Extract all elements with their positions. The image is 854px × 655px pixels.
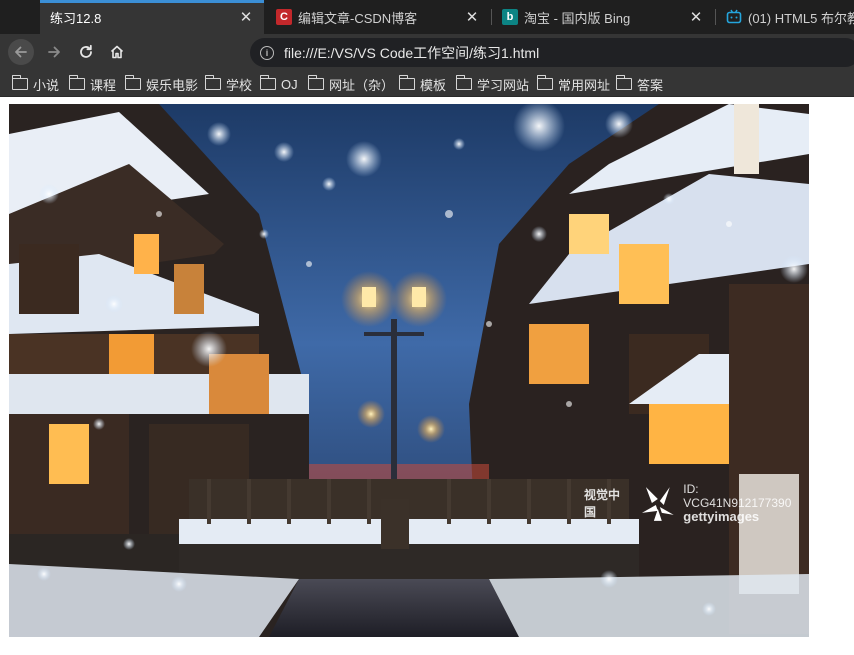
bookmark-folder[interactable]: 模板 <box>398 74 447 94</box>
bookmark-label: 娱乐电影 <box>146 77 199 93</box>
tab-title: 练习12.8 <box>50 10 102 26</box>
arrow-right-icon <box>48 46 60 58</box>
photo-watermark: 视觉中国 ID: VCG41N912177390 gettyimages <box>584 482 809 524</box>
bilibili-icon <box>726 9 742 25</box>
tab-title: 编辑文章-CSDN博客 <box>298 10 418 26</box>
watermark-cn: 视觉中国 <box>584 488 621 519</box>
tab-title: 淘宝 - 国内版 Bing <box>524 10 631 26</box>
folder-icon <box>615 75 632 90</box>
bookmark-label: 小说 <box>33 77 60 93</box>
snowy-town-photo: 视觉中国 ID: VCG41N912177390 gettyimages <box>9 104 809 637</box>
vcg-logo-icon <box>641 487 674 521</box>
bookmark-label: 学习网站 <box>477 77 530 93</box>
folder-icon <box>259 75 276 90</box>
bookmark-label: 课程 <box>90 77 117 93</box>
folder-icon <box>124 75 141 90</box>
bookmark-folder[interactable]: 常用网址 <box>536 74 611 94</box>
page-content: 视觉中国 ID: VCG41N912177390 gettyimages <box>0 97 854 655</box>
bookmark-label: OJ <box>281 76 298 92</box>
bookmark-folder[interactable]: 课程 <box>68 74 117 94</box>
reload-button[interactable] <box>73 39 99 65</box>
folder-icon <box>536 75 553 90</box>
forward-button[interactable] <box>41 39 67 65</box>
folder-icon <box>307 75 324 90</box>
bookmark-folder[interactable]: 小说 <box>11 74 60 94</box>
bing-icon: b <box>502 9 518 25</box>
watermark-brand: gettyimages <box>683 509 760 524</box>
info-icon[interactable]: i <box>260 45 274 60</box>
tab-csdn[interactable]: C 编辑文章-CSDN博客 ✕ <box>266 0 490 34</box>
close-icon[interactable]: ✕ <box>688 9 704 26</box>
bookmark-folder[interactable]: 学习网站 <box>455 74 530 94</box>
snow-village-illustration <box>9 104 809 637</box>
tab-bilibili[interactable]: (01) HTML5 布尔教 <box>716 0 854 34</box>
bookmark-label: 常用网址 <box>558 77 611 93</box>
close-icon[interactable]: ✕ <box>464 9 480 26</box>
bookmark-folder[interactable]: 网址（杂） <box>307 74 395 94</box>
folder-icon <box>68 75 85 90</box>
folder-icon <box>455 75 472 90</box>
tab-practice[interactable]: 练习12.8 ✕ <box>40 0 264 34</box>
bookmark-label: 答案 <box>637 77 664 93</box>
browser-toolbar: i file:///E:/VS/VS Code工作空间/练习1.html <box>0 34 854 70</box>
home-icon <box>110 45 124 59</box>
back-button[interactable] <box>8 39 34 65</box>
csdn-icon: C <box>276 9 292 25</box>
close-icon[interactable]: ✕ <box>238 9 254 26</box>
folder-icon <box>398 75 415 90</box>
reload-icon <box>80 44 92 58</box>
bookmark-folder[interactable]: 学校 <box>204 74 253 94</box>
folder-icon <box>11 75 28 90</box>
bookmark-label: 模板 <box>420 77 447 93</box>
folder-icon <box>204 75 221 90</box>
watermark-text: ID: VCG41N912177390 gettyimages <box>683 482 809 524</box>
address-bar[interactable]: i file:///E:/VS/VS Code工作空间/练习1.html <box>250 38 854 67</box>
bookmark-label: 学校 <box>226 77 253 93</box>
tab-bing[interactable]: b 淘宝 - 国内版 Bing ✕ <box>492 0 714 34</box>
watermark-id: ID: VCG41N912177390 <box>683 482 792 510</box>
bookmark-folder[interactable]: 答案 <box>615 74 664 94</box>
arrow-left-icon <box>15 46 27 58</box>
bookmarks-bar: 小说 课程 娱乐电影 学校 OJ 网址（杂） 模板 学习网站 常用网址 答案 <box>0 70 854 97</box>
bookmark-folder[interactable]: 娱乐电影 <box>124 74 199 94</box>
tab-strip: 练习12.8 ✕ C 编辑文章-CSDN博客 ✕ b 淘宝 - 国内版 Bing… <box>0 0 854 34</box>
bookmark-label: 网址（杂） <box>329 77 395 93</box>
address-url[interactable]: file:///E:/VS/VS Code工作空间/练习1.html <box>284 43 539 63</box>
tab-title: (01) HTML5 布尔教 <box>748 10 854 26</box>
bookmark-folder[interactable]: OJ <box>259 74 298 94</box>
home-button[interactable] <box>104 39 130 65</box>
